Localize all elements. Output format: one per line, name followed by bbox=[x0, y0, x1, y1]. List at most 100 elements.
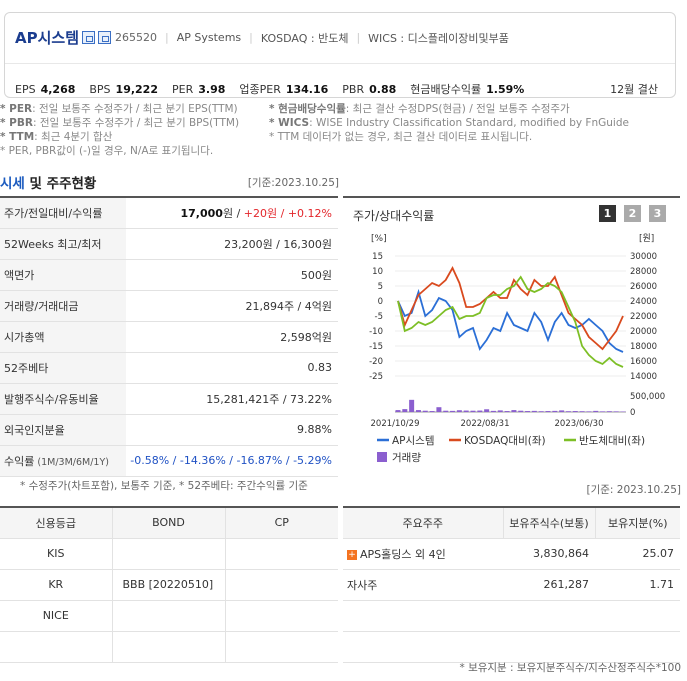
credit-bond bbox=[112, 631, 226, 663]
note-text: : 최근 결산 수정DPS(현금) / 전일 보통주 수정주가 bbox=[345, 103, 570, 115]
shareholder-name-text: APS홀딩스 외 4인 bbox=[360, 547, 446, 561]
quote-row-value: 17,000원 / +20원 / +0.12% bbox=[126, 197, 338, 229]
quote-table: 주가/전일대비/수익률 17,000원 / +20원 / +0.12% 52Week… bbox=[0, 196, 338, 477]
volume-bar bbox=[606, 411, 612, 412]
legend-label: KOSDAQ대비(좌) bbox=[464, 435, 546, 447]
label-sub: (1M/3M/6M/1Y) bbox=[34, 456, 109, 468]
quote-base-date: [기준:2023.10.25] bbox=[247, 177, 339, 189]
quote-row: 52Weeks 최고/최저 23,200원 / 16,300원 bbox=[0, 228, 338, 260]
chart-tab-1[interactable]: 1 bbox=[599, 205, 616, 222]
note-line: * TTM 데이터가 없는 경우, 최근 결산 데이터로 표시됩니다. bbox=[269, 130, 629, 144]
note-key: * PBR bbox=[0, 117, 33, 129]
quote-row-label: 시가총액 bbox=[0, 321, 126, 353]
note-key: * TTM bbox=[0, 131, 35, 143]
volume-bar bbox=[579, 411, 585, 412]
volume-bar bbox=[497, 410, 503, 412]
x-tick-label: 2022/08/31 bbox=[461, 419, 510, 429]
label-text: 52주베타 bbox=[4, 361, 49, 375]
right-tick-label: 26000 bbox=[630, 282, 657, 292]
value-part: 2,598억원 bbox=[280, 330, 332, 344]
expand-icon[interactable]: + bbox=[347, 549, 357, 560]
shareholder-header-cell: 주요주주 bbox=[343, 507, 504, 539]
credit-row: KIS bbox=[0, 538, 338, 570]
chart-tab-2[interactable]: 2 bbox=[624, 205, 641, 222]
shareholder-footnote: * 보유지분 : 보유지분주식수/지수산정주식수*100 bbox=[459, 662, 681, 674]
volume-bar bbox=[395, 410, 401, 412]
quote-row-label: 액면가 bbox=[0, 259, 126, 291]
credit-agency: NICE bbox=[0, 600, 113, 632]
right-tick-label: 28000 bbox=[630, 267, 657, 277]
quote-row-value: 0.83 bbox=[126, 352, 338, 384]
credit-header-cell: CP bbox=[225, 507, 338, 539]
credit-row bbox=[0, 631, 338, 663]
metric-value: 19,222 bbox=[115, 82, 158, 96]
shareholder-header-cell: 보유지분(%) bbox=[595, 507, 680, 539]
shareholder-base-date: [기준: 2023.10.25] bbox=[586, 484, 681, 496]
metric-label: PER bbox=[172, 82, 194, 96]
legend-label: AP시스템 bbox=[392, 435, 435, 447]
note-key: * PER bbox=[0, 103, 33, 115]
volume-bar bbox=[559, 410, 565, 412]
value-part: 23,200원 / 16,300원 bbox=[224, 237, 332, 251]
quote-row-label: 외국인지분율 bbox=[0, 414, 126, 446]
metric-value: 0.88 bbox=[369, 82, 397, 96]
ir-home-icon[interactable] bbox=[98, 31, 112, 44]
right-tick-label: 24000 bbox=[630, 297, 657, 307]
volume-bar bbox=[613, 411, 619, 412]
volume-bar bbox=[586, 411, 592, 412]
left-tick-label: 15 bbox=[372, 252, 383, 262]
quote-row: 액면가 500원 bbox=[0, 259, 338, 291]
label-text: 수익률 bbox=[4, 454, 35, 468]
value-part: 21,894주 / 4억원 bbox=[245, 299, 332, 313]
home-icon[interactable] bbox=[82, 31, 96, 44]
volume-bar bbox=[463, 410, 469, 412]
shareholder-header-cell: 보유주식수(보통) bbox=[503, 507, 596, 539]
quote-row-label: 발행주식수/유동비율 bbox=[0, 383, 126, 415]
credit-row: KR BBB [20220510] bbox=[0, 569, 338, 601]
legend-label: 반도체대비(좌) bbox=[579, 435, 645, 447]
quote-row-label: 주가/전일대비/수익률 bbox=[0, 197, 126, 229]
credit-bond: BBB [20220510] bbox=[112, 569, 226, 601]
volume-bar bbox=[518, 410, 524, 412]
label-text: 액면가 bbox=[4, 268, 35, 282]
left-tick-label: 10 bbox=[372, 267, 383, 277]
quote-row-value: 23,200원 / 16,300원 bbox=[126, 228, 338, 260]
credit-agency: KIS bbox=[0, 538, 113, 570]
right-axis-unit: [원] bbox=[639, 233, 654, 244]
value-part: +20 bbox=[243, 206, 267, 220]
quote-row-value: 500원 bbox=[126, 259, 338, 291]
valuation-metrics: EPS 4,268 BPS 19,222 PER 3.98 업종PER 134.16 PBR 0.… bbox=[15, 81, 663, 97]
notes-right: * 현금배당수익률: 최근 결산 수정DPS(현금) / 전일 보통주 수정주가… bbox=[269, 102, 629, 144]
label-text: 발행주식수/유동비율 bbox=[4, 392, 99, 406]
company-name[interactable]: AP시스템 bbox=[15, 27, 79, 48]
note-text: : 전일 보통주 수정주가 / 최근 분기 BPS(TTM) bbox=[32, 117, 240, 129]
note-line: * PER, PBR값이 (-)일 경우, N/A로 표기됩니다. bbox=[0, 144, 239, 158]
quote-row: 거래량/거래대금 21,894주 / 4억원 bbox=[0, 290, 338, 322]
shareholder-name-text: 자사주 bbox=[347, 578, 378, 592]
label-text: 외국인지분율 bbox=[4, 423, 65, 437]
quote-row-value: 2,598억원 bbox=[126, 321, 338, 353]
volume-bar bbox=[525, 411, 531, 412]
shareholder-name: + APS홀딩스 외 4인 bbox=[343, 538, 503, 570]
note-line: * 현금배당수익률: 최근 결산 수정DPS(현금) / 전일 보통주 수정주가 bbox=[269, 102, 629, 116]
credit-cp bbox=[225, 538, 338, 570]
quote-row-value: 15,281,421주 / 73.22% bbox=[126, 383, 338, 415]
metric-value: 1.59% bbox=[486, 82, 525, 96]
credit-cp bbox=[225, 631, 338, 663]
volume-tick-label: 0 bbox=[630, 408, 635, 418]
quote-row-value: 21,894주 / 4억원 bbox=[126, 290, 338, 322]
credit-rating-table: 신용등급 BOND CP KIS KR BBB [20220510] NICE bbox=[0, 506, 338, 663]
volume-tick-label: 500,000 bbox=[630, 392, 665, 402]
price-relative-return-chart: [%] [원] 15 10 5 0 -5 -10 -15 -20 -25 30000 28000 2600… bbox=[369, 233, 665, 464]
label-text: 52Weeks 최고/최저 bbox=[4, 237, 102, 251]
metric-label: EPS bbox=[15, 82, 36, 96]
volume-bar bbox=[484, 409, 490, 412]
value-part: 15,281,421주 / 73.22% bbox=[206, 392, 332, 406]
quote-row: 52주베타 0.83 bbox=[0, 352, 338, 384]
shareholder-name bbox=[343, 631, 503, 663]
credit-bond bbox=[112, 600, 226, 632]
chart-tab-3[interactable]: 3 bbox=[649, 205, 666, 222]
volume-bar bbox=[402, 409, 408, 412]
value-part: 0.83 bbox=[307, 361, 333, 374]
shareholder-row: + APS홀딩스 외 4인 3,830,864 25.07 bbox=[343, 538, 680, 570]
